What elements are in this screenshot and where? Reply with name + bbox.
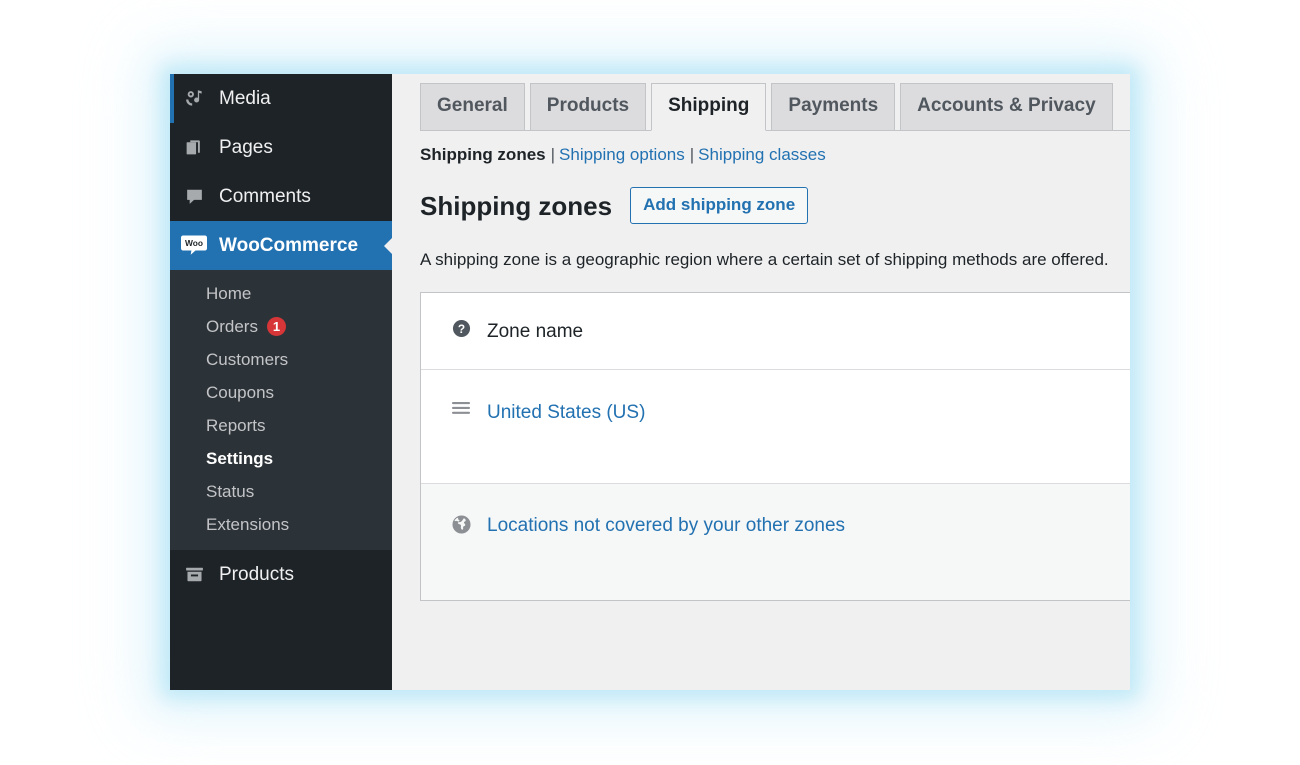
- sidebar-item-woocommerce[interactable]: Woo WooCommerce: [170, 221, 393, 270]
- admin-sidebar: Media Pages Comments Woo WooCommerce Hom…: [170, 74, 393, 690]
- sidebar-item-label: Comments: [219, 185, 311, 207]
- table-row: Locations not covered by your other zone…: [421, 484, 1130, 600]
- shipping-zones-table: ? Zone name United States (US) Locations…: [420, 292, 1130, 601]
- sidebar-subitem-label: Orders: [206, 316, 258, 336]
- tab-shipping[interactable]: Shipping: [651, 83, 767, 131]
- settings-content: General Products Shipping Payments Accounts …: [392, 74, 1130, 690]
- sidebar-item-media[interactable]: Media: [170, 74, 392, 123]
- sidebar-bottom-group: Products: [170, 550, 392, 599]
- subnav-shipping-zones[interactable]: Shipping zones: [420, 145, 546, 164]
- sidebar-subitem-label: Status: [206, 481, 255, 501]
- zone-name-link[interactable]: United States (US): [487, 402, 645, 423]
- sidebar-subitem-extensions[interactable]: Extensions: [170, 508, 392, 541]
- woocommerce-icon: Woo: [179, 234, 209, 258]
- sidebar-item-label: WooCommerce: [219, 234, 359, 256]
- sidebar-subitem-label: Extensions: [206, 514, 290, 534]
- browser-viewport: Media Pages Comments Woo WooCommerce Hom…: [170, 74, 1130, 690]
- orders-count-badge: 1: [266, 317, 286, 336]
- sidebar-subitem-home[interactable]: Home: [170, 277, 392, 310]
- sidebar-subitem-customers[interactable]: Customers: [170, 343, 392, 376]
- globe-icon: [451, 514, 472, 540]
- drag-handle-icon[interactable]: [451, 401, 471, 420]
- page-description: A shipping zone is a geographic region w…: [420, 250, 1109, 269]
- globe-icon-cell: [421, 514, 487, 540]
- pages-icon: [179, 137, 209, 158]
- table-header-row: ? Zone name: [421, 293, 1130, 370]
- subnav-separator-1: |: [550, 145, 556, 164]
- help-icon-cell: ?: [421, 319, 487, 343]
- sidebar-subitem-label: Home: [206, 283, 252, 303]
- page-heading-row: Shipping zones Add shipping zone: [420, 187, 1130, 224]
- sidebar-item-label: Products: [219, 563, 294, 585]
- media-icon: [179, 88, 209, 109]
- tab-accounts-privacy[interactable]: Accounts & Privacy: [900, 83, 1113, 131]
- drag-handle-cell: [421, 401, 487, 420]
- subnav-shipping-options[interactable]: Shipping options: [559, 145, 685, 164]
- current-indicator-bar: [170, 74, 174, 123]
- sidebar-subitem-reports[interactable]: Reports: [170, 409, 392, 442]
- zone-name-cell: Locations not covered by your other zone…: [487, 514, 845, 537]
- zone-name-cell: United States (US): [487, 401, 645, 424]
- sidebar-subitem-coupons[interactable]: Coupons: [170, 376, 392, 409]
- subnav-shipping-classes[interactable]: Shipping classes: [698, 145, 826, 164]
- sidebar-subitem-label: Coupons: [206, 382, 275, 402]
- add-shipping-zone-button[interactable]: Add shipping zone: [630, 187, 809, 224]
- subnav-separator-2: |: [689, 145, 695, 164]
- sidebar-subitem-label: Customers: [206, 349, 289, 369]
- help-icon[interactable]: ?: [452, 319, 471, 343]
- sidebar-subitem-orders[interactable]: Orders 1: [170, 310, 392, 343]
- tab-general[interactable]: General: [420, 83, 525, 131]
- page-title: Shipping zones: [420, 190, 613, 221]
- sidebar-subitem-status[interactable]: Status: [170, 475, 392, 508]
- settings-tabs: General Products Shipping Payments Accounts …: [420, 83, 1130, 131]
- tab-products[interactable]: Products: [529, 83, 647, 131]
- sidebar-item-label: Media: [219, 87, 271, 109]
- sidebar-subitem-label: Settings: [206, 448, 274, 468]
- column-header-zone-name: Zone name: [487, 320, 584, 342]
- sidebar-top-group: Media Pages Comments: [170, 74, 392, 221]
- sidebar-item-label: Pages: [219, 136, 273, 158]
- sidebar-subitem-label: Reports: [206, 415, 266, 435]
- svg-text:?: ?: [457, 322, 464, 336]
- comments-icon: [179, 186, 209, 207]
- sidebar-item-comments[interactable]: Comments: [170, 172, 392, 221]
- tab-payments[interactable]: Payments: [771, 83, 896, 131]
- products-icon: [179, 564, 209, 585]
- woocommerce-submenu: Home Orders 1 Customers Coupons Reports …: [170, 270, 392, 550]
- sidebar-subitem-settings[interactable]: Settings: [170, 442, 392, 475]
- sidebar-item-products[interactable]: Products: [170, 550, 392, 599]
- table-row: United States (US): [421, 370, 1130, 484]
- rest-of-world-link[interactable]: Locations not covered by your other zone…: [487, 515, 845, 536]
- sidebar-item-pages[interactable]: Pages: [170, 123, 392, 172]
- svg-text:Woo: Woo: [185, 238, 203, 248]
- shipping-subnav: Shipping zones | Shipping options | Shipping…: [420, 145, 1130, 165]
